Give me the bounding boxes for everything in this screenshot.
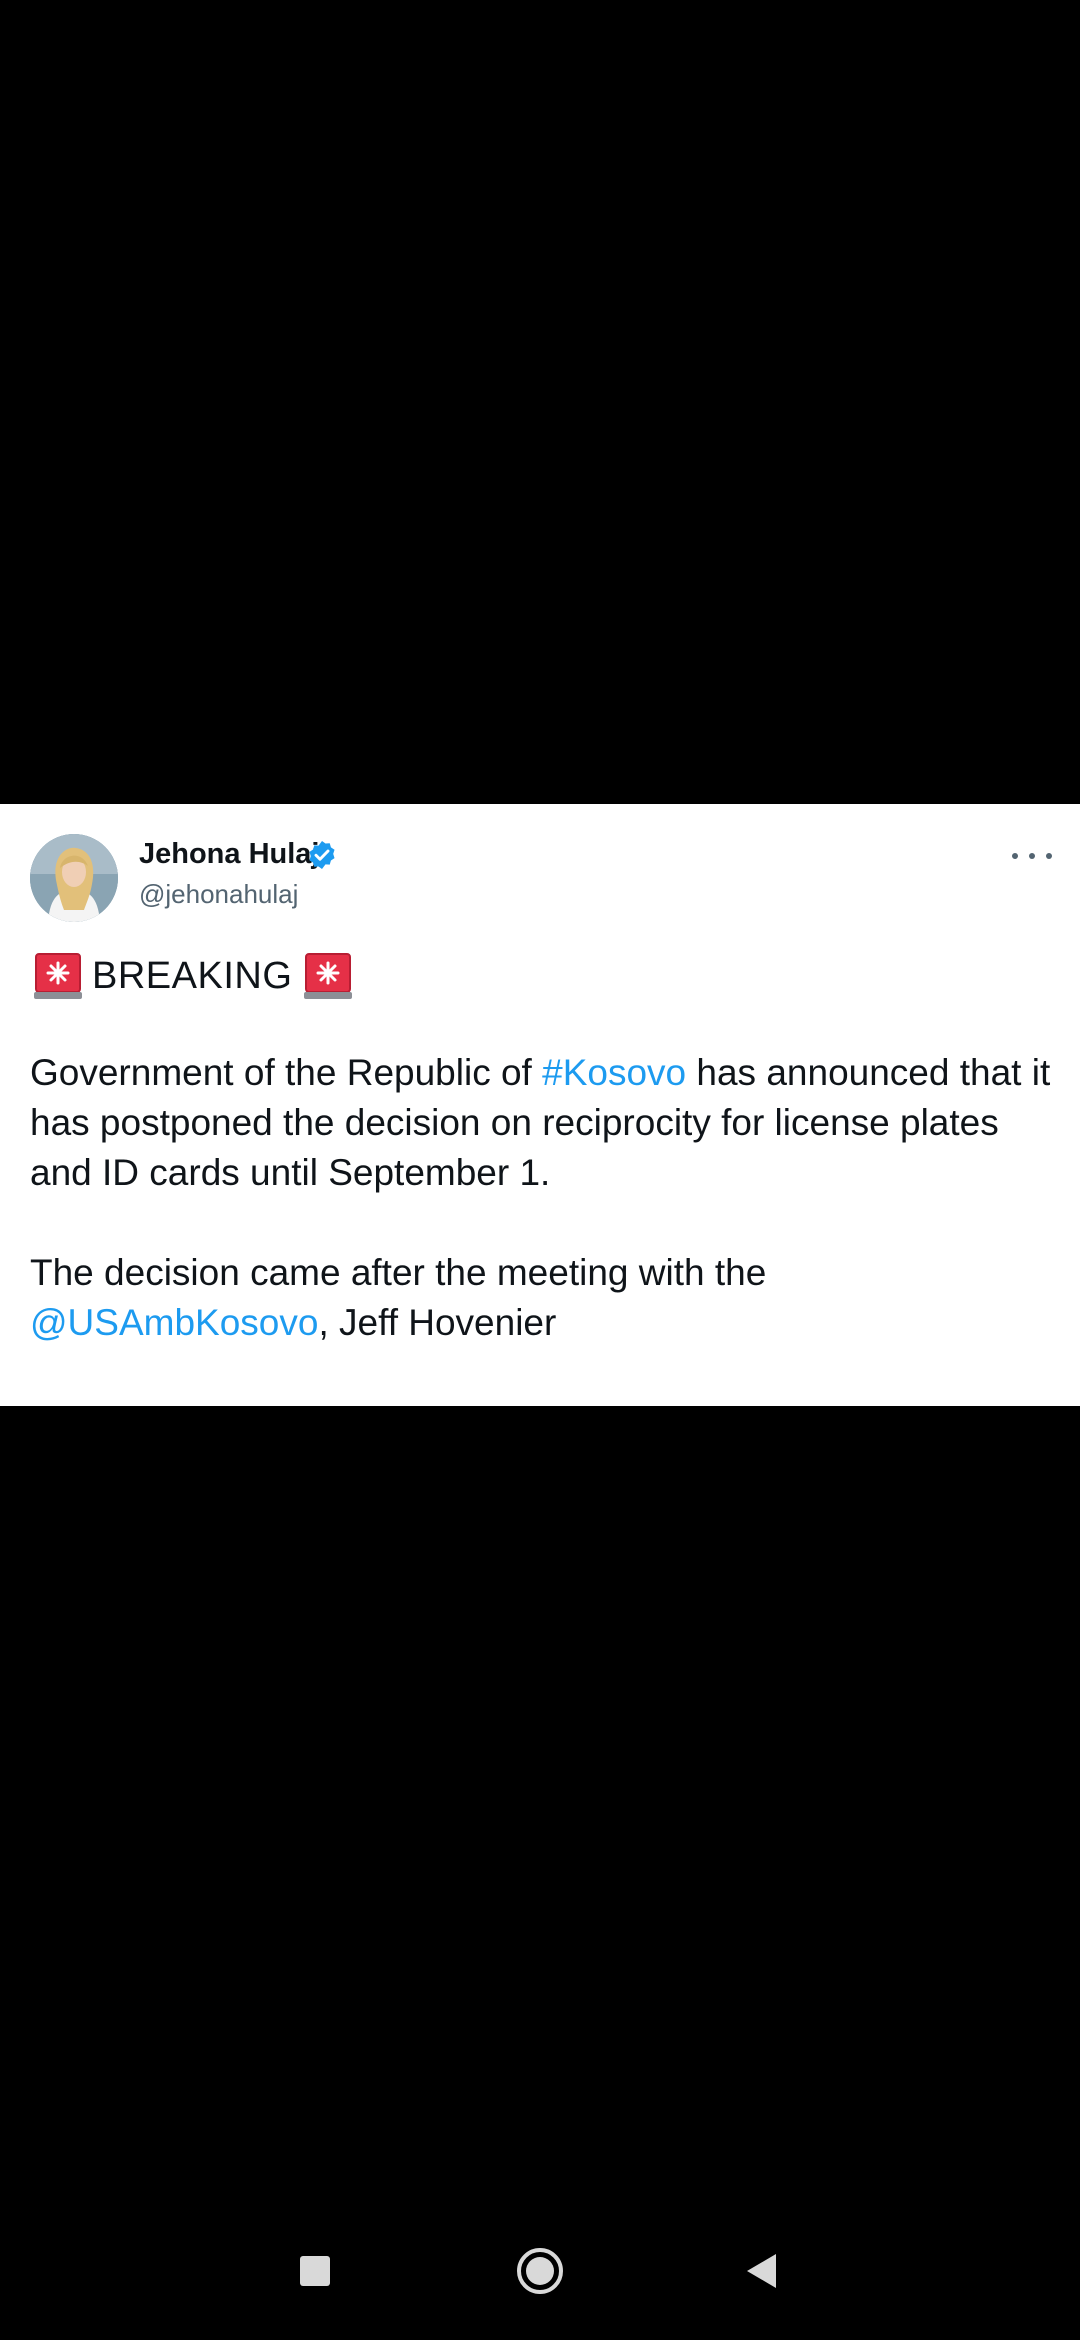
avatar-image [30, 834, 118, 922]
recents-button[interactable] [300, 2256, 330, 2286]
back-button[interactable] [744, 2252, 778, 2290]
tweet-paragraph: The decision came after the meeting with… [30, 1252, 767, 1343]
triangle-back-icon [747, 2254, 776, 2288]
hashtag-link[interactable]: #Kosovo [542, 1052, 686, 1093]
tweet-card[interactable]: Jehona Hulaj @jehonahulaj BREAKING Gover… [0, 804, 1080, 1406]
system-navigation-bar [0, 2220, 1080, 2330]
mention-link[interactable]: @USAmbKosovo [30, 1302, 318, 1343]
author-name[interactable]: Jehona Hulaj [139, 840, 320, 869]
more-options-icon [1012, 853, 1018, 859]
more-options-button[interactable] [1012, 844, 1052, 868]
tweet-text: Government of the Republic of #Kosovo ha… [30, 1048, 1060, 1348]
home-button[interactable] [515, 2246, 565, 2296]
avatar[interactable] [30, 834, 118, 922]
police-siren-icon [304, 953, 353, 999]
tweet-paragraph: Government of the Republic of #Kosovo ha… [30, 1052, 1051, 1193]
headline-text: BREAKING [92, 955, 293, 997]
breaking-headline: BREAKING [32, 948, 354, 1004]
author-handle[interactable]: @jehonahulaj [139, 881, 298, 907]
verified-badge-icon [309, 841, 335, 869]
police-siren-icon [34, 953, 82, 999]
